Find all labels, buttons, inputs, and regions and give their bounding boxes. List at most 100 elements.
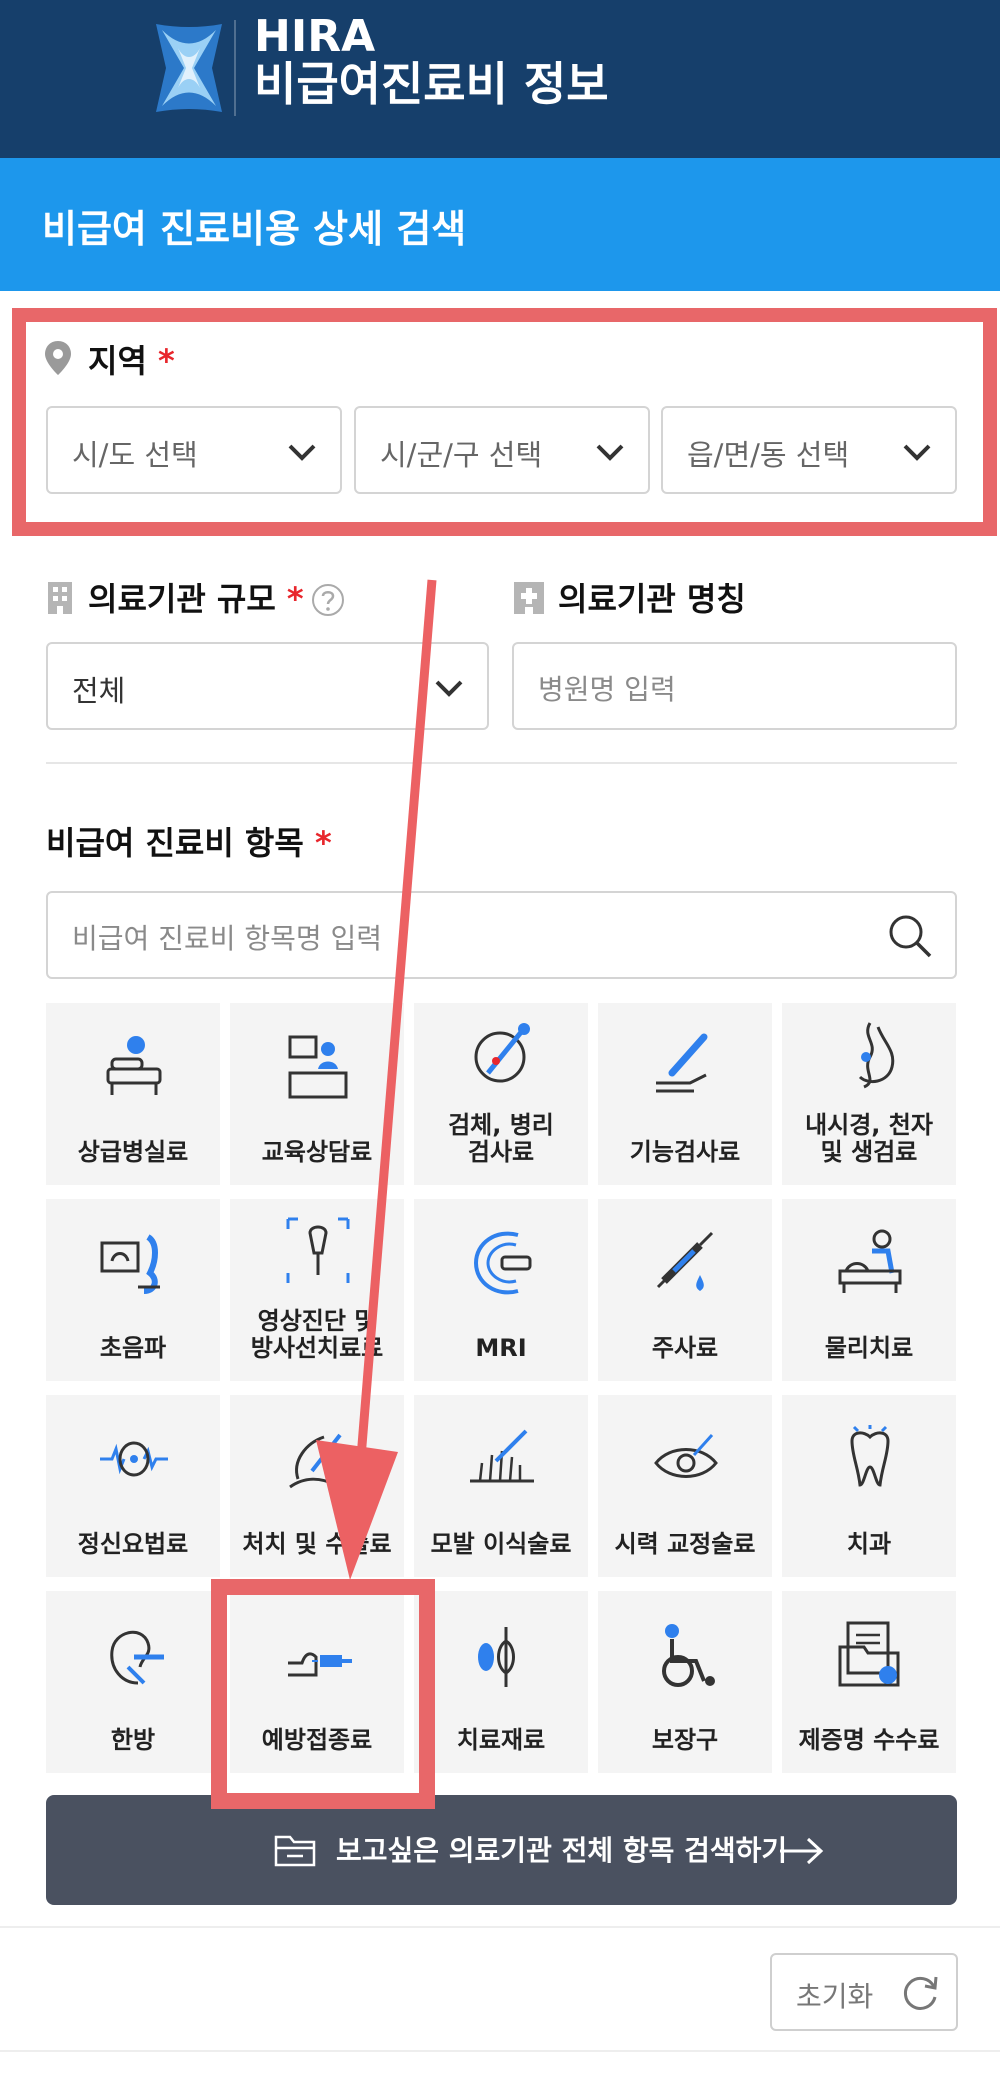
category-label-line: 교육상담료 <box>261 1138 373 1167</box>
category-label-line: 시력 교정술료 <box>614 1530 756 1559</box>
category-label-line: 방사선치료료 <box>250 1334 384 1363</box>
institution-name-placeholder: 병원명 입력 <box>538 673 676 706</box>
category-tile[interactable]: 내시경, 천자 및 생검료 <box>782 1003 956 1185</box>
category-label-line: 검체, 병리 <box>448 1110 554 1139</box>
required-mark: * <box>314 824 332 862</box>
brand-logo-text[interactable]: HIRA 비급여진료비 정보 <box>254 11 609 112</box>
category-tile[interactable]: 예방접종료 <box>230 1591 404 1773</box>
item-search-input[interactable]: 비급여 진료비 항목명 입력 <box>46 891 957 979</box>
category-label-line: 초음파 <box>99 1334 167 1363</box>
category-label-line: 주사료 <box>651 1334 719 1363</box>
surgery-icon <box>289 1433 342 1489</box>
category-tile[interactable]: 정신요법료 <box>46 1395 220 1577</box>
category-tile[interactable]: 초음파 <box>46 1199 220 1381</box>
search-all-items-button[interactable]: 보고싶은 의료기관 전체 항목 검색하기 <box>46 1795 957 1905</box>
hair-transplant-icon <box>470 1429 534 1483</box>
bottom-divider <box>0 1926 1000 1928</box>
logo-divider <box>234 20 236 116</box>
category-tile[interactable]: 기능검사료 <box>598 1003 772 1185</box>
category-label: MRI <box>414 1335 588 1363</box>
category-tile[interactable]: 한방 <box>46 1591 220 1773</box>
category-tile[interactable]: 처치 및 수술료 <box>230 1395 404 1577</box>
category-label-line: 영상진단 및 <box>257 1306 377 1335</box>
category-tile[interactable]: 물리치료 <box>782 1199 956 1381</box>
category-tile[interactable]: 제증명 수수료 <box>782 1591 956 1773</box>
category-label-line: 한방 <box>110 1726 156 1755</box>
institution-size-label-text: 의료기관 규모 <box>88 580 276 618</box>
items-label: 비급여 진료비 항목 * <box>46 818 332 864</box>
category-label-line: 내시경, 천자 <box>805 1110 933 1139</box>
mri-icon <box>473 1231 532 1295</box>
site-title: 비급여진료비 정보 <box>254 57 609 112</box>
institution-size-select[interactable]: 전체 <box>46 642 489 730</box>
physio-icon <box>838 1229 902 1293</box>
category-tile[interactable]: 치료재료 <box>414 1591 588 1773</box>
category-label-line: 검사료 <box>467 1138 535 1167</box>
category-label-line: 및 생검료 <box>820 1138 918 1167</box>
wheelchair-icon <box>662 1624 715 1687</box>
item-search-placeholder: 비급여 진료비 항목명 입력 <box>72 922 383 955</box>
search-all-items-label: 보고싶은 의료기관 전체 항목 검색하기 <box>336 1834 788 1867</box>
building-icon <box>48 582 72 614</box>
category-tile[interactable]: 보장구 <box>598 1591 772 1773</box>
category-tile[interactable]: 교육상담료 <box>230 1003 404 1185</box>
hospital-icon <box>514 582 544 614</box>
page-subheader: 비급여 진료비용 상세 검색 <box>0 158 1000 291</box>
category-label: 모발 이식술료 <box>414 1531 588 1559</box>
brain-wave-icon <box>100 1441 168 1477</box>
acupuncture-ear-icon <box>110 1630 164 1685</box>
vaccination-icon <box>288 1652 352 1677</box>
institution-name-input[interactable]: 병원명 입력 <box>512 642 957 730</box>
category-tile[interactable]: 시력 교정술료 <box>598 1395 772 1577</box>
tooth-icon <box>850 1425 890 1487</box>
category-label: 상급병실료 <box>46 1139 220 1167</box>
brand-name: HIRA <box>254 11 376 62</box>
refresh-icon <box>903 1976 938 2010</box>
category-label-line: 처치 및 수술료 <box>242 1530 392 1559</box>
category-label-line: 정신요법료 <box>77 1530 189 1559</box>
imaging-icon <box>286 1217 350 1283</box>
institution-size-label: 의료기관 규모 * <box>88 574 304 620</box>
hira-logo-icon <box>156 24 222 112</box>
material-icon <box>478 1627 515 1687</box>
search-icon[interactable] <box>885 911 935 961</box>
category-label-line: 치료재료 <box>456 1726 546 1755</box>
category-label-line: 예방접종료 <box>261 1726 373 1755</box>
category-label-line: 물리치료 <box>824 1334 914 1363</box>
category-tile[interactable]: 검체, 병리 검사료 <box>414 1003 588 1185</box>
app-header: HIRA 비급여진료비 정보 <box>0 0 1000 158</box>
category-tile[interactable]: 주사료 <box>598 1199 772 1381</box>
category-label-line: 보장구 <box>651 1726 719 1755</box>
reset-button[interactable]: 초기화 <box>770 1953 958 2031</box>
required-mark: * <box>286 580 304 618</box>
category-label-line: 모발 이식술료 <box>430 1530 572 1559</box>
function-test-icon <box>656 1033 708 1093</box>
category-label: 예방접종료 <box>230 1727 404 1755</box>
category-label: 한방 <box>46 1727 220 1755</box>
category-tile[interactable]: MRI <box>414 1199 588 1381</box>
category-tile[interactable]: 모발 이식술료 <box>414 1395 588 1577</box>
section-divider <box>46 762 957 764</box>
lab-test-icon <box>474 1023 530 1083</box>
category-tile[interactable]: 상급병실료 <box>46 1003 220 1185</box>
category-label: 물리치료 <box>782 1335 956 1363</box>
bed-icon <box>106 1036 162 1095</box>
category-label: 처치 및 수술료 <box>230 1531 404 1559</box>
syringe-icon <box>656 1231 714 1291</box>
category-label: 치과 <box>782 1531 956 1559</box>
category-label: 주사료 <box>598 1335 772 1363</box>
category-label-line: 치과 <box>846 1530 892 1559</box>
question-circle-icon[interactable] <box>310 582 346 618</box>
page-title: 비급여 진료비용 상세 검색 <box>42 207 467 251</box>
category-label: 보장구 <box>598 1727 772 1755</box>
footer-divider <box>0 2050 1000 2052</box>
category-label: 기능검사료 <box>598 1139 772 1167</box>
arrow-right-icon <box>780 1837 824 1865</box>
category-tile[interactable]: 치과 <box>782 1395 956 1577</box>
category-tile[interactable]: 영상진단 및 방사선치료료 <box>230 1199 404 1381</box>
institution-name-label: 의료기관 명칭 <box>558 580 746 618</box>
folder-icon <box>274 1835 316 1867</box>
category-label: 검체, 병리 검사료 <box>414 1110 588 1167</box>
category-label: 영상진단 및 방사선치료료 <box>230 1306 404 1363</box>
counseling-icon <box>288 1035 348 1099</box>
